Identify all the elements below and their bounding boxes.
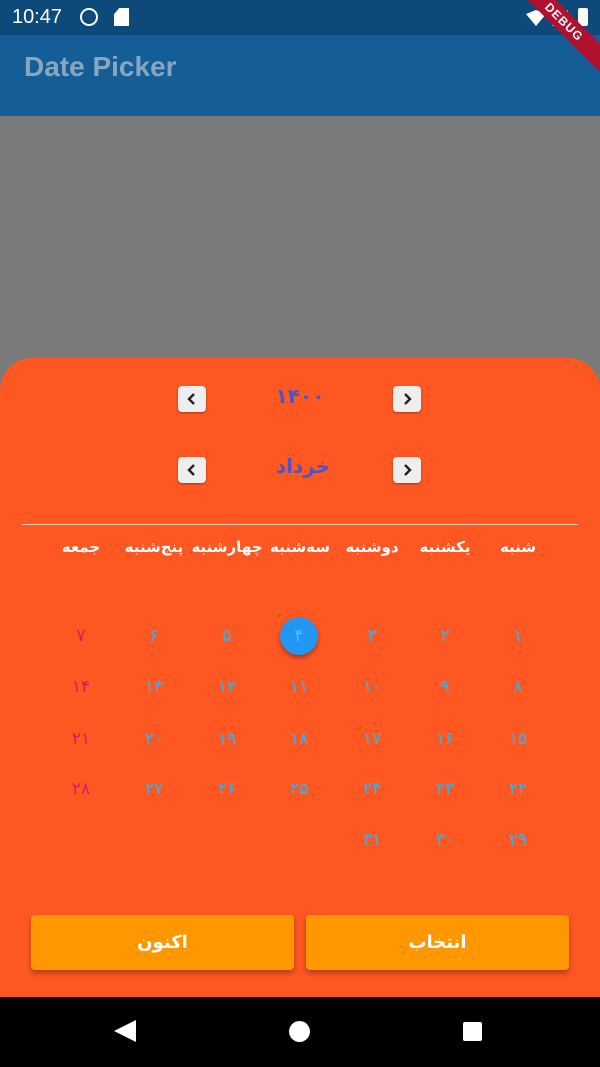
day-cell[interactable]: ۲۰ (134, 719, 174, 759)
day-cell[interactable]: ۱۴ (61, 667, 101, 707)
day-cell[interactable]: ۲۵ (279, 769, 319, 809)
date-picker-sheet: ۱۴۰۰ خرداد شنبه یکشنبه دوشنبه سه‌شنبه چه… (0, 358, 600, 997)
day-cell[interactable]: ۲۲ (498, 769, 538, 809)
weekday-label: دوشنبه (345, 538, 399, 556)
weekday-label: یکشنبه (419, 538, 471, 556)
day-cell[interactable]: ۹ (425, 667, 465, 707)
day-cell[interactable]: ۶ (134, 616, 174, 656)
day-cell[interactable]: ۲۹ (498, 820, 538, 860)
day-cell[interactable]: ۲۳ (425, 769, 465, 809)
now-button[interactable]: اکنون (31, 915, 294, 970)
weekday-label: چهارشنبه (191, 538, 263, 556)
day-cell[interactable]: ۵ (207, 616, 247, 656)
day-cell[interactable]: ۲۸ (61, 769, 101, 809)
day-cell[interactable]: ۷ (61, 616, 101, 656)
year-next-button[interactable] (393, 386, 421, 412)
back-icon[interactable] (114, 1020, 136, 1042)
weekday-label: جمعه (61, 538, 101, 556)
day-cell[interactable]: ۱۵ (498, 719, 538, 759)
day-cell[interactable]: ۸ (498, 667, 538, 707)
weekday-label: شنبه (499, 538, 537, 556)
year-label[interactable]: ۱۴۰۰ (240, 384, 360, 408)
debug-banner: DEBUG (510, 0, 600, 79)
day-cell[interactable]: ۲۶ (207, 769, 247, 809)
day-cell[interactable]: ۳ (352, 616, 392, 656)
day-cell[interactable]: ۲۷ (134, 769, 174, 809)
home-icon[interactable] (289, 1021, 310, 1042)
weekday-label: پنج‌شنبه (124, 538, 184, 556)
weekday-label: سه‌شنبه (270, 538, 330, 556)
chevron-left-icon (187, 393, 195, 405)
data-saver-icon (80, 8, 98, 26)
debug-banner-wrap: DEBUG (510, 0, 600, 90)
year-prev-button[interactable] (178, 386, 206, 412)
sd-card-icon (114, 8, 129, 26)
month-next-button[interactable] (393, 457, 421, 483)
day-cell[interactable]: ۱۸ (279, 719, 319, 759)
status-time: 10:47 (12, 6, 63, 28)
day-cell[interactable]: ۱۳ (134, 667, 174, 707)
day-cell[interactable]: ۱۱ (279, 667, 319, 707)
day-cell[interactable]: ۱ (498, 616, 538, 656)
day-cell[interactable]: ۱۹ (207, 719, 247, 759)
chevron-right-icon (404, 393, 412, 405)
day-cell[interactable]: ۳۰ (425, 820, 465, 860)
day-cell[interactable]: ۲۴ (352, 769, 392, 809)
recents-icon[interactable] (463, 1022, 482, 1041)
day-cell-selected[interactable]: ۴ (280, 617, 318, 655)
page-title: Date Picker (24, 51, 177, 82)
day-cell[interactable]: ۱۷ (352, 719, 392, 759)
day-cell[interactable]: ۲ (425, 616, 465, 656)
select-button[interactable]: انتخاب (306, 915, 569, 970)
chevron-left-icon (187, 464, 195, 476)
month-label[interactable]: خرداد (243, 454, 363, 478)
divider (22, 524, 578, 525)
chevron-right-icon (404, 464, 412, 476)
day-cell[interactable]: ۱۲ (207, 667, 247, 707)
day-cell[interactable]: ۳۱ (352, 820, 392, 860)
day-cell[interactable]: ۲۱ (61, 719, 101, 759)
modal-scrim[interactable] (0, 116, 600, 358)
month-prev-button[interactable] (178, 457, 206, 483)
day-cell[interactable]: ۱۶ (425, 719, 465, 759)
day-cell[interactable]: ۱۰ (352, 667, 392, 707)
system-nav-bar (0, 997, 600, 1067)
